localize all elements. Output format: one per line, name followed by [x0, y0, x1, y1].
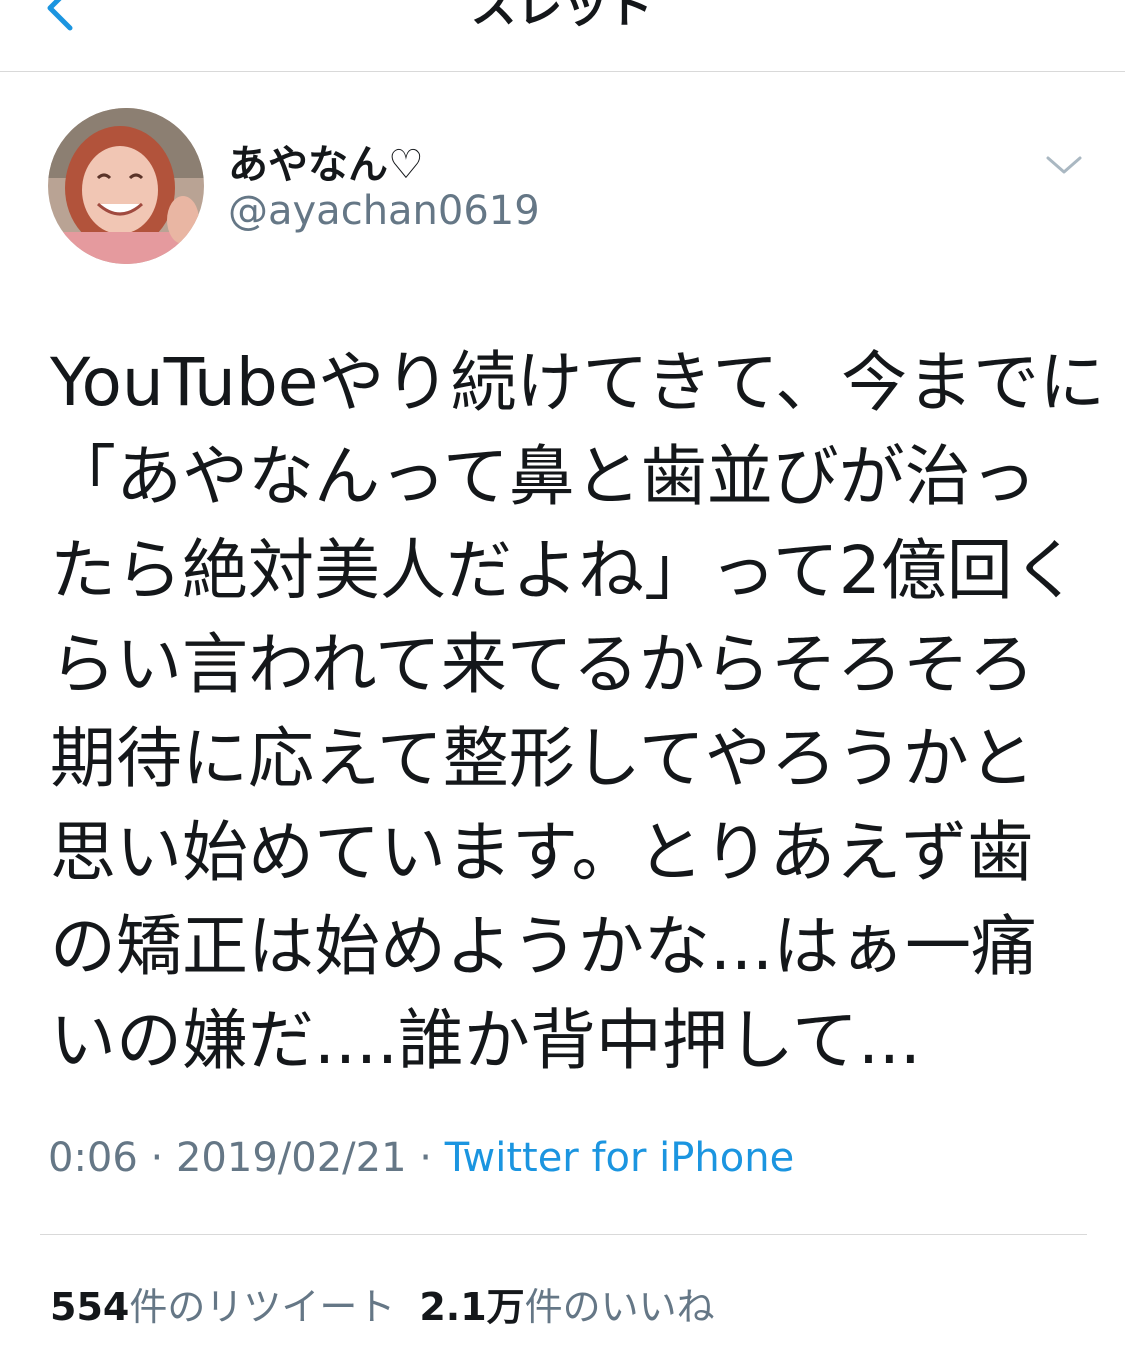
tweet-date: 2019/02/21	[175, 1135, 407, 1181]
likes-count: 2.1万	[419, 1285, 525, 1329]
tweet-line: 「あやなんって鼻と歯並びが治っ	[50, 438, 1037, 515]
tweet-line: 期待に応えて整形してやろうかと	[50, 720, 1035, 797]
tweet-line: いの嫌だ....誰か背中押して...	[50, 1002, 921, 1079]
tweet-line: たら絶対美人だよね」って2億回く	[50, 532, 1079, 609]
meta-separator: ·	[419, 1135, 432, 1181]
likes-stat[interactable]: 2.1万件のいいね	[419, 1285, 714, 1329]
avatar[interactable]	[48, 108, 204, 264]
tweet-line: 思い始めています。とりあえず歯	[50, 814, 1034, 891]
tweet-line: らい言われて来てるからそろそろ	[50, 626, 1035, 703]
tweet-text: YouTubeやり続けてきて、今までに 「あやなんって鼻と歯並びが治っ たら絶対…	[50, 336, 1106, 1088]
page-title: スレッド	[470, 0, 655, 33]
tweet-source-link[interactable]: Twitter for iPhone	[445, 1135, 795, 1181]
avatar-image	[48, 108, 204, 264]
tweet-meta: 0:06 · 2019/02/21 · Twitter for iPhone	[48, 1135, 794, 1181]
tweet-line: YouTubeやり続けてきて、今までに	[50, 344, 1106, 421]
retweets-label: 件のリツイート	[129, 1285, 396, 1329]
divider	[40, 1234, 1087, 1235]
tweet-stats: 554件のリツイート 2.1万件のいいね	[50, 1276, 715, 1331]
tweet-line: の矯正は始めようかな...はぁ一痛	[50, 908, 1037, 985]
meta-separator: ·	[150, 1135, 164, 1181]
likes-label: 件のいいね	[524, 1285, 715, 1329]
retweets-count: 554	[50, 1285, 130, 1329]
retweets-stat[interactable]: 554件のリツイート	[50, 1285, 395, 1329]
more-chevron-down-icon[interactable]	[1042, 150, 1086, 180]
display-name[interactable]: あやなん♡	[228, 132, 424, 190]
user-handle[interactable]: @ayachan0619	[228, 188, 540, 234]
nav-bar: スレッド	[0, 0, 1125, 72]
tweet-time: 0:06	[48, 1135, 138, 1181]
